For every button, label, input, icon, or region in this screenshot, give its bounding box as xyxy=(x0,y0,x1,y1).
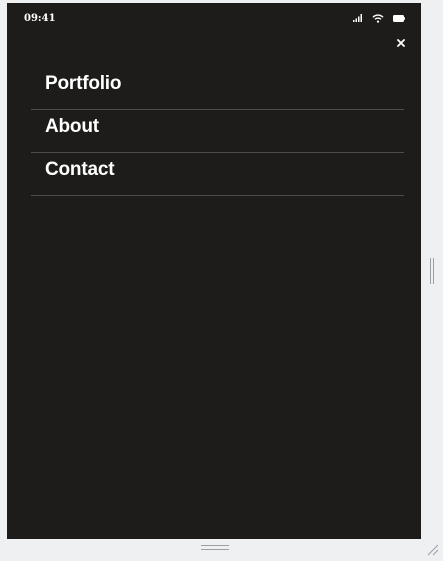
mobile-screen: 09:41 Portfolio About Contact xyxy=(7,3,421,539)
menu-item-label: Portfolio xyxy=(45,73,122,94)
resize-handle-right[interactable] xyxy=(428,258,436,284)
signal-icon xyxy=(353,14,363,22)
status-icons xyxy=(353,12,405,24)
resize-handle-bottom[interactable] xyxy=(201,545,229,553)
menu-item-label: Contact xyxy=(45,159,115,180)
device-frame: 09:41 Portfolio About Contact xyxy=(0,0,443,561)
close-icon xyxy=(397,34,405,52)
resize-corner-icon[interactable] xyxy=(425,542,439,556)
status-time: 09:41 xyxy=(24,13,56,24)
close-button[interactable] xyxy=(393,35,409,51)
status-bar: 09:41 xyxy=(7,3,421,35)
menu-item-about[interactable]: About xyxy=(31,110,404,153)
nav-menu: Portfolio About Contact xyxy=(31,67,404,196)
menu-item-portfolio[interactable]: Portfolio xyxy=(31,67,404,110)
battery-icon xyxy=(393,14,405,22)
menu-item-contact[interactable]: Contact xyxy=(31,153,404,196)
menu-item-label: About xyxy=(45,116,99,137)
wifi-icon xyxy=(372,13,384,23)
